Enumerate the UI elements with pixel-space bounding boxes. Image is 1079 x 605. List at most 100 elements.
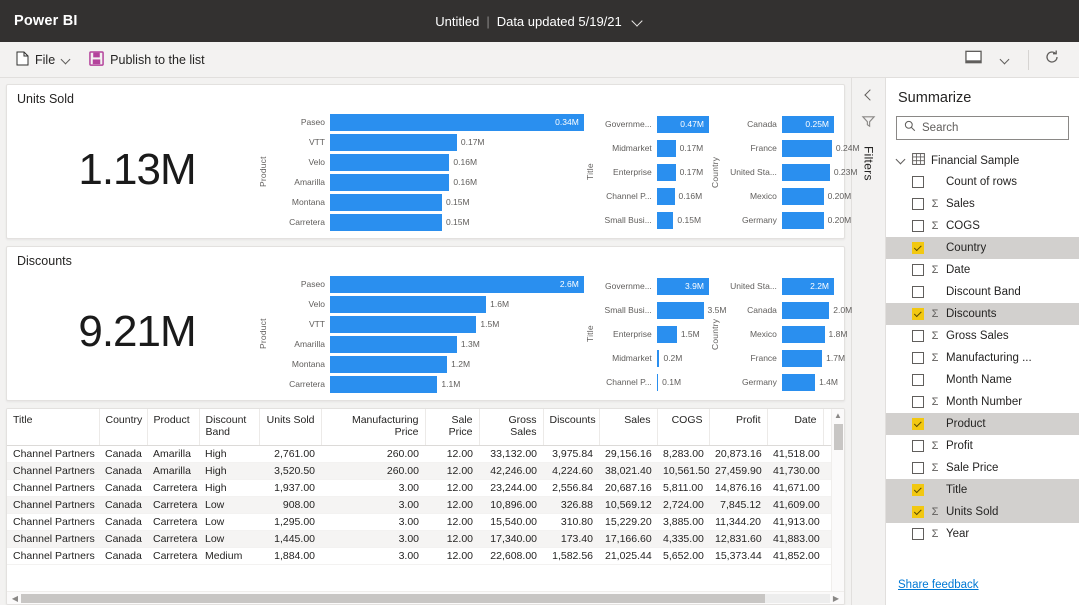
bar-row[interactable]: Channel P... 0.1M (596, 373, 709, 391)
bar-row[interactable]: Paseo 0.34M (269, 113, 584, 131)
field-row[interactable]: Σ COGS (886, 215, 1079, 237)
bar-fill[interactable]: 0.47M (656, 115, 709, 133)
bar-fill[interactable] (781, 349, 823, 367)
filter-icon[interactable] (861, 114, 876, 134)
publish-to-list-button[interactable]: Publish to the list (81, 46, 213, 74)
horizontal-scroll-thumb[interactable] (21, 593, 766, 603)
bar-fill[interactable] (781, 187, 824, 205)
checkbox-icon[interactable] (912, 440, 924, 452)
bar-row[interactable]: United Sta... 0.23M (721, 163, 857, 181)
data-updated-label[interactable]: Data updated 5/19/21 (497, 14, 622, 29)
bar-row[interactable]: France 0.24M (721, 139, 860, 157)
vertical-scroll-thumb[interactable] (833, 424, 843, 450)
bar-fill[interactable] (330, 153, 450, 171)
bar-row[interactable]: Carretera 1.1M (269, 375, 584, 393)
bar-fill[interactable] (781, 139, 832, 157)
field-row[interactable]: Σ Units Sold (886, 501, 1079, 523)
bar-fill[interactable]: 0.25M (781, 115, 835, 133)
field-row[interactable]: Σ Date (886, 259, 1079, 281)
visual-card-data-table[interactable]: Title Country Product Discount Band Units So… (6, 408, 845, 605)
bar-fill[interactable]: 2.2M (781, 277, 835, 295)
bar-row[interactable]: Channel P... 0.16M (596, 187, 709, 205)
bar-chart-title[interactable]: Title Governme... 3.9M Small Busi... 3.5M En… (584, 270, 726, 394)
field-row[interactable]: Σ Sales (886, 193, 1079, 215)
field-row[interactable]: ΣDiscount Band (886, 281, 1079, 303)
field-search-box[interactable] (896, 116, 1076, 140)
table-horizontal-scrollbar[interactable]: ◀ ▶ (7, 591, 844, 604)
bar-fill[interactable] (330, 315, 477, 333)
bar-fill[interactable] (656, 301, 704, 319)
field-row[interactable]: ΣCountry (886, 237, 1079, 259)
bar-row[interactable]: Germany 0.20M (721, 211, 851, 229)
bar-row[interactable]: Velo 0.16M (269, 153, 584, 171)
chevron-left-icon[interactable] (862, 88, 876, 102)
table-row[interactable]: Channel Partners Canada Carretera Low 1,295.… (7, 513, 831, 532)
bar-fill[interactable]: 0.34M (330, 113, 584, 131)
scroll-up-arrow-icon[interactable]: ▲ (834, 409, 842, 422)
checkbox-icon[interactable] (912, 528, 924, 540)
checkbox-checked-icon[interactable] (912, 484, 924, 496)
field-row[interactable]: Σ Year (886, 523, 1079, 545)
search-input[interactable] (922, 122, 1076, 134)
bar-fill[interactable] (656, 163, 676, 181)
checkbox-icon[interactable] (912, 264, 924, 276)
table-column-header[interactable]: Month Number (823, 409, 831, 447)
field-row[interactable]: Σ Month Number (886, 391, 1079, 413)
bar-row[interactable]: Small Busi... 3.5M (596, 301, 726, 319)
field-row[interactable]: ΣMonth Name (886, 369, 1079, 391)
field-row[interactable]: ΣTitle (886, 479, 1079, 501)
table-row[interactable]: Channel Partners Canada Carretera Low 908.00… (7, 496, 831, 515)
checkbox-icon[interactable] (912, 352, 924, 364)
bar-fill[interactable] (656, 139, 676, 157)
chevron-down-icon[interactable] (632, 15, 644, 27)
bar-row[interactable]: France 1.7M (721, 349, 845, 367)
bar-fill[interactable] (656, 373, 659, 391)
field-row[interactable]: Σ Manufacturing ... (886, 347, 1079, 369)
bar-row[interactable]: Canada 0.25M (721, 115, 835, 133)
bar-chart-product[interactable]: Product Paseo 2.6M Velo 1.6M VTT 1.5M Amarilla… (257, 270, 584, 394)
table-column-header[interactable]: Date (767, 409, 824, 447)
checkbox-icon[interactable] (912, 220, 924, 232)
bar-row[interactable]: Small Busi... 0.15M (596, 211, 709, 229)
table-column-header[interactable]: Units Sold (259, 409, 322, 447)
table-row[interactable]: Channel Partners Canada Amarilla High 3,520.… (7, 462, 831, 481)
bar-row[interactable]: Amarilla 0.16M (269, 173, 584, 191)
table-row[interactable]: Channel Partners Canada Amarilla High 2,761.… (7, 445, 831, 464)
field-row[interactable]: Σ Profit (886, 435, 1079, 457)
bar-row[interactable]: Governme... 3.9M (596, 277, 709, 295)
field-row[interactable]: Σ Discounts (886, 303, 1079, 325)
refresh-button[interactable] (1037, 46, 1067, 74)
checkbox-icon[interactable] (912, 176, 924, 188)
bar-row[interactable]: Enterprise 1.5M (596, 325, 709, 343)
bar-row[interactable]: Carretera 0.15M (269, 213, 584, 231)
bar-fill[interactable] (656, 349, 660, 367)
bar-fill[interactable] (330, 355, 448, 373)
bar-fill[interactable] (330, 173, 450, 191)
bar-row[interactable]: United Sta... 2.2M (721, 277, 835, 295)
bar-row[interactable]: Montana 1.2M (269, 355, 584, 373)
page-view-button[interactable] (958, 46, 988, 74)
table-column-header[interactable]: Sale Price (425, 409, 480, 447)
field-row[interactable]: Σ Sale Price (886, 457, 1079, 479)
bar-row[interactable]: Mexico 1.8M (721, 325, 847, 343)
bar-row[interactable]: Midmarket 0.2M (596, 349, 709, 367)
bar-chart-country[interactable]: Country United Sta... 2.2M Canada 2.0M Mexic… (709, 270, 852, 394)
horizontal-scroll-track[interactable] (21, 593, 830, 603)
bar-fill[interactable] (330, 335, 457, 353)
bar-fill[interactable] (781, 301, 830, 319)
field-row[interactable]: ΣCount of rows (886, 171, 1079, 193)
bar-row[interactable]: Velo 1.6M (269, 295, 584, 313)
table-column-header[interactable]: Sales (599, 409, 658, 447)
bar-row[interactable]: Amarilla 1.3M (269, 335, 584, 353)
scroll-left-arrow-icon[interactable]: ◀ (9, 594, 21, 603)
checkbox-icon[interactable] (912, 462, 924, 474)
bar-fill[interactable] (656, 211, 674, 229)
bar-fill[interactable] (781, 325, 825, 343)
table-column-header[interactable]: Gross Sales (479, 409, 544, 447)
bar-fill[interactable] (330, 193, 442, 211)
chevron-down-icon[interactable] (896, 156, 906, 166)
bar-fill[interactable] (330, 133, 457, 151)
bar-fill[interactable] (656, 187, 675, 205)
bar-fill[interactable] (656, 325, 677, 343)
visual-card-discounts[interactable]: Discounts 9.21M Product Paseo 2.6M Velo 1.6… (6, 246, 852, 401)
